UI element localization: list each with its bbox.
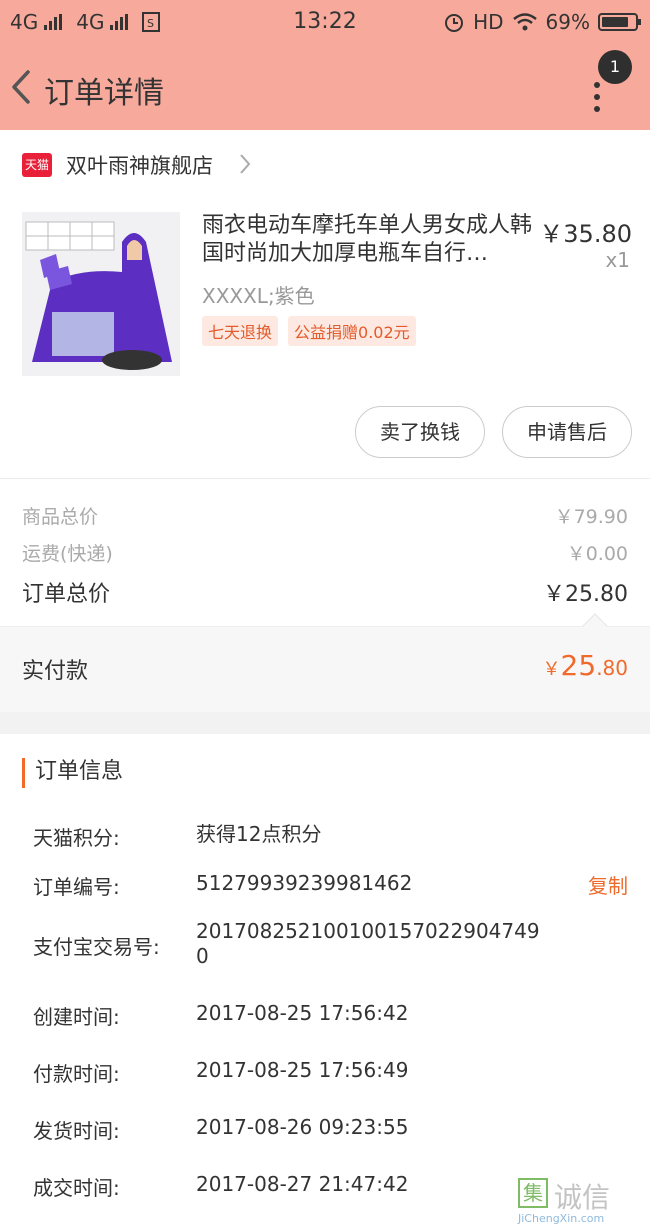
info-label: 创建时间:: [33, 1005, 120, 1029]
shipping-label: 运费(快递): [22, 543, 113, 565]
tmall-logo-icon: 天猫: [22, 153, 52, 177]
order-total-label: 订单总价: [22, 582, 111, 607]
watermark-logo: 集 诚信 JiChengXin.com: [518, 1178, 638, 1226]
section-title: 订单信息: [22, 758, 123, 788]
hd-label: HD: [473, 10, 504, 34]
info-value: 2017-08-25 17:56:42: [196, 1001, 409, 1025]
watermark-url: JiChengXin.com: [518, 1212, 605, 1225]
info-label: 发货时间:: [33, 1119, 120, 1143]
store-link[interactable]: 天猫 双叶雨神旗舰店: [22, 150, 213, 180]
alipay-trade-number-value: 2017082521001001570229047490: [196, 919, 540, 968]
actual-payment-row: 实付款 ￥25.80: [0, 613, 650, 712]
amount-decimal: .80: [596, 656, 628, 680]
actual-payment-label: 实付款: [22, 659, 89, 684]
order-product-card: 天猫 双叶雨神旗舰店 雨衣电动车摩托车单人男女成人韩国时尚加大加厚电瓶车自行… …: [0, 130, 650, 712]
chevron-right-icon: [240, 154, 251, 174]
back-chevron-icon[interactable]: [8, 64, 38, 110]
battery-icon: [598, 13, 641, 31]
wifi-icon: [512, 13, 537, 31]
actual-payment-amount: ￥25.80: [543, 649, 628, 682]
order-total-value: ￥25.80: [543, 582, 628, 607]
resell-button[interactable]: 卖了换钱: [355, 406, 485, 458]
after-sale-button[interactable]: 申请售后: [502, 406, 632, 458]
caret-up-icon: [582, 613, 608, 639]
shipping-row: 运费(快递) ￥0.00: [22, 539, 628, 566]
order-total-row: 订单总价 ￥25.80: [22, 576, 628, 608]
goods-total-row: 商品总价 ￥79.90: [22, 502, 628, 529]
store-name: 双叶雨神旗舰店: [66, 154, 213, 178]
info-label: 付款时间:: [33, 1062, 120, 1086]
product-price: ￥35.80: [539, 220, 632, 248]
battery-percent: 69%: [545, 10, 590, 34]
divider: [0, 478, 650, 479]
goods-total-value: ￥79.90: [554, 506, 628, 528]
more-dots-icon: [594, 82, 602, 118]
alarm-icon: [445, 14, 464, 32]
copy-button[interactable]: 复制: [588, 870, 628, 899]
info-value: 2017-08-25 17:56:49: [196, 1058, 409, 1082]
page-title: 订单详情: [44, 76, 164, 111]
info-value: 获得12点积分: [196, 822, 322, 846]
info-label: 天猫积分:: [33, 826, 120, 850]
info-label: 订单编号:: [33, 875, 120, 899]
currency-symbol: ￥: [542, 659, 561, 680]
amount-integer: 25: [560, 649, 597, 682]
order-number-value: 51279939239981462: [196, 871, 413, 895]
watermark-text: 诚信: [554, 1181, 611, 1214]
info-value: 2017-08-26 09:23:55: [196, 1115, 409, 1139]
notification-badge: 1: [598, 50, 632, 84]
product-sku: XXXXL;紫色: [202, 284, 315, 308]
service-tag: 公益捐赠0.02元: [288, 316, 416, 346]
watermark-mark: 集: [518, 1178, 548, 1208]
shipping-value: ￥0.00: [566, 543, 628, 565]
product-title[interactable]: 雨衣电动车摩托车单人男女成人韩国时尚加大加厚电瓶车自行…: [202, 212, 532, 268]
info-label: 成交时间:: [33, 1176, 120, 1200]
more-menu-button[interactable]: 1: [588, 50, 632, 112]
status-bar: 4G 4G S 13:22 HD 69%: [0, 0, 650, 44]
goods-total-label: 商品总价: [22, 506, 99, 528]
product-quantity: x1: [605, 248, 630, 272]
info-value: 2017-08-27 21:47:42: [196, 1172, 409, 1196]
product-thumbnail[interactable]: [22, 212, 180, 376]
service-tags: 七天退换 公益捐赠0.02元: [202, 316, 416, 346]
service-tag: 七天退换: [202, 316, 279, 346]
nav-bar: 订单详情 1: [0, 50, 650, 120]
info-label: 支付宝交易号:: [33, 935, 160, 959]
order-info-section: 订单信息 天猫积分: 获得12点积分 订单编号: 512799392399814…: [0, 734, 650, 1230]
top-header: 4G 4G S 13:22 HD 69% 订单详情 1: [0, 0, 650, 130]
